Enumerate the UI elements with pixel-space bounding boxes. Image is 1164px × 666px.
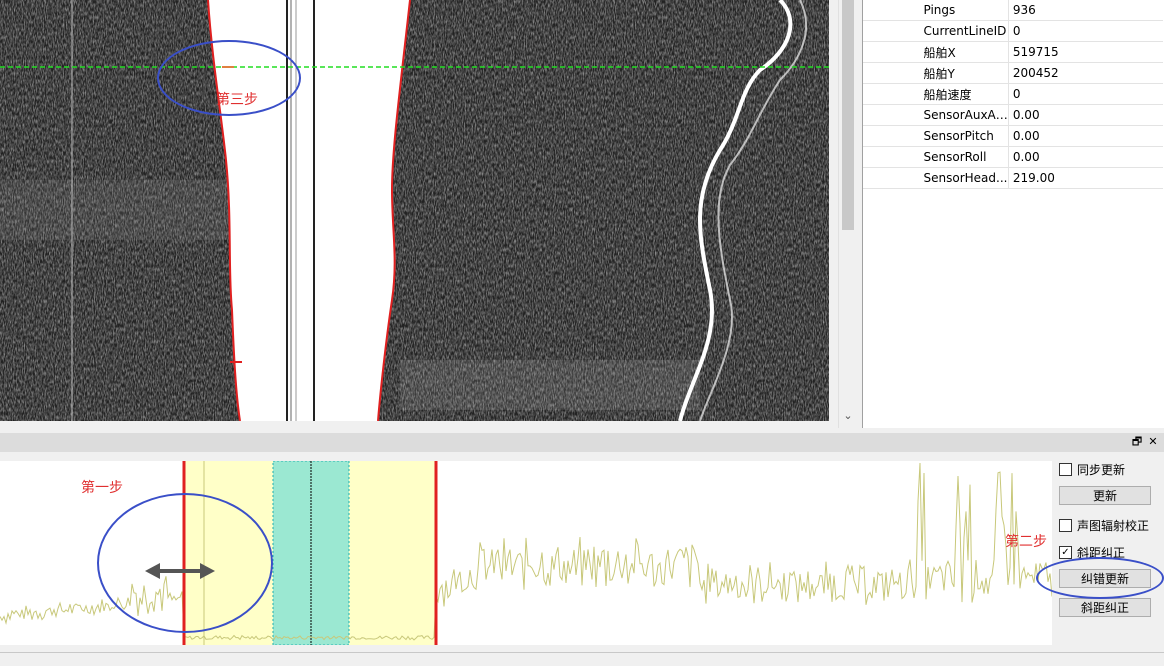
property-value[interactable]: 936: [1008, 0, 1163, 21]
sync-update-checkbox[interactable]: [1059, 462, 1072, 476]
row-gutter: [863, 41, 920, 63]
property-row[interactable]: 船舶Y 200452: [863, 62, 1163, 84]
annotation-circle-step1: [97, 493, 273, 633]
property-value[interactable]: 0.00: [1008, 146, 1163, 168]
property-table: Pings 936 CurrentLineID 0 船舶X 519715 船舶Y 200452…: [863, 0, 1163, 189]
scrollbar-thumb[interactable]: [842, 0, 854, 230]
property-row[interactable]: SensorAuxAl... 0.00: [863, 104, 1163, 126]
row-gutter: [863, 20, 920, 42]
sonar-waterfall[interactable]: [0, 0, 829, 421]
property-value[interactable]: 0: [1008, 83, 1163, 105]
property-row[interactable]: Pings 936: [863, 0, 1163, 21]
property-key: 船舶速度: [919, 83, 1009, 105]
scroll-down-icon[interactable]: ⌄: [839, 407, 857, 425]
horizontal-scrollbar[interactable]: [0, 652, 1164, 666]
annotation-circle-step2: [1036, 557, 1164, 599]
annotation-step1: 第一步: [81, 480, 123, 496]
property-value[interactable]: 0: [1008, 20, 1163, 42]
property-key: 船舶Y: [919, 62, 1009, 84]
property-value[interactable]: 519715: [1008, 41, 1163, 63]
row-gutter: [863, 62, 920, 84]
property-row[interactable]: SensorRoll 0.00: [863, 146, 1163, 168]
radiometric-checkbox-row[interactable]: 声图辐射校正: [1059, 517, 1149, 533]
vertical-scrollbar[interactable]: ⌄: [838, 0, 857, 428]
waveform-panel[interactable]: 第一步: [0, 461, 1052, 645]
property-value[interactable]: 200452: [1008, 62, 1163, 84]
property-key: SensorAuxAl...: [919, 104, 1009, 126]
property-value[interactable]: 0.00: [1008, 104, 1163, 126]
property-key: 船舶X: [919, 41, 1009, 63]
property-key: SensorHead...: [919, 167, 1009, 189]
row-gutter: [863, 83, 920, 105]
property-key: Pings: [919, 0, 1009, 21]
row-gutter: [863, 167, 920, 189]
close-icon[interactable]: ✕: [1145, 434, 1161, 450]
radiometric-correction-label: 声图辐射校正: [1077, 518, 1150, 533]
slant-correction-checkbox[interactable]: ✓: [1059, 545, 1072, 559]
property-value[interactable]: 219.00: [1008, 167, 1163, 189]
slant-correct-button[interactable]: 斜距纠正: [1059, 598, 1151, 617]
annotation-step3: 第三步: [216, 92, 258, 108]
property-key: SensorRoll: [919, 146, 1009, 168]
property-row[interactable]: SensorHead... 219.00: [863, 167, 1163, 189]
sync-update-label: 同步更新: [1077, 462, 1126, 477]
restore-icon[interactable]: 🗗: [1129, 434, 1145, 450]
row-gutter: [863, 0, 920, 21]
sync-update-checkbox-row[interactable]: 同步更新: [1059, 461, 1125, 477]
property-row[interactable]: 船舶速度 0: [863, 83, 1163, 105]
radiometric-correction-checkbox[interactable]: [1059, 518, 1072, 532]
property-value[interactable]: 0.00: [1008, 125, 1163, 147]
property-grid: Pings 936 CurrentLineID 0 船舶X 519715 船舶Y 200452…: [862, 0, 1164, 429]
row-gutter: [863, 146, 920, 168]
property-row[interactable]: SensorPitch 0.00: [863, 125, 1163, 147]
sonar-image-view[interactable]: 第三步: [0, 0, 829, 421]
property-row[interactable]: 船舶X 519715: [863, 41, 1163, 63]
property-key: CurrentLineID: [919, 20, 1009, 42]
row-gutter: [863, 125, 920, 147]
row-gutter: [863, 104, 920, 126]
property-row[interactable]: CurrentLineID 0: [863, 20, 1163, 42]
property-key: SensorPitch: [919, 125, 1009, 147]
annotation-step2: 第二步: [1005, 534, 1047, 550]
dock-title-bar: 🗗 ✕: [0, 433, 1164, 452]
update-button[interactable]: 更新: [1059, 486, 1151, 505]
